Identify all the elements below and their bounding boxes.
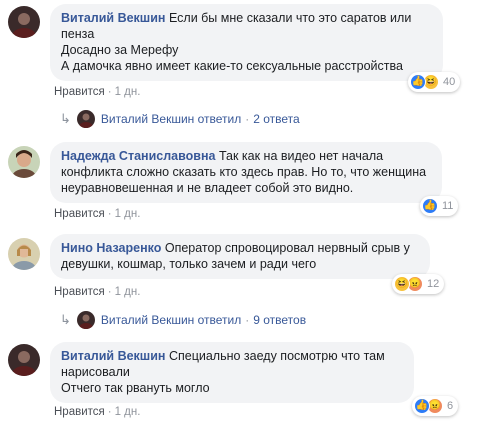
reaction-count: 40: [443, 76, 456, 88]
reply-summary[interactable]: ↳ Виталий Векшин ответил · 2 ответа: [60, 110, 300, 128]
reply-count[interactable]: 9 ответов: [253, 313, 306, 327]
timestamp[interactable]: 1 дн.: [115, 208, 141, 220]
comment-text: Если бы мне сказали что это саратов или: [168, 11, 412, 25]
reactions-summary[interactable]: 👍 😠 6: [412, 396, 459, 416]
reaction-count: 6: [447, 400, 454, 412]
like-link[interactable]: Нравится: [54, 86, 105, 98]
comment-author[interactable]: Нино Назаренко: [61, 241, 161, 255]
timestamp[interactable]: 1 дн.: [115, 286, 141, 298]
reply-author[interactable]: Виталий Векшин: [101, 112, 194, 126]
reaction-count: 12: [427, 278, 440, 290]
comment-bubble: Виталий Векшин Если бы мне сказали что э…: [50, 4, 443, 81]
comment-text: девушки, кошмар, только зачем и ради чег…: [61, 257, 317, 271]
reactions-summary[interactable]: 👍 11: [420, 196, 459, 216]
comment-text: Отчего так рвануть могло: [61, 381, 210, 395]
comment-text: А дамочка явно имеет какие-то сексуальны…: [61, 59, 403, 73]
comment-text: Специально заеду посмотрю что там: [168, 349, 385, 363]
comment-author[interactable]: Виталий Векшин: [61, 349, 165, 363]
reply-avatar: [76, 110, 95, 128]
avatar[interactable]: [8, 238, 40, 270]
comment-actions: Нравится · 1 дн.: [54, 86, 141, 98]
avatar[interactable]: [8, 344, 40, 376]
comment-bubble: Нино Назаренко Оператор спровоцировал не…: [50, 234, 430, 279]
comment-text: Оператор спровоцировал нервный срыв у: [164, 241, 410, 255]
comment-bubble: Виталий Векшин Специально заеду посмотрю…: [50, 342, 414, 403]
reply-verb: ответил: [197, 313, 242, 327]
avatar[interactable]: [8, 6, 40, 38]
comment-actions: Нравится · 1 дн.: [54, 406, 141, 418]
reply-author[interactable]: Виталий Векшин: [101, 313, 194, 327]
reply-avatar: [76, 311, 95, 329]
haha-icon: 😆: [394, 276, 410, 292]
comment-author[interactable]: Надежда Станиславовна: [61, 149, 215, 163]
comment-actions: Нравится · 1 дн.: [54, 286, 141, 298]
timestamp[interactable]: 1 дн.: [115, 406, 141, 418]
reply-verb: ответил: [197, 112, 242, 126]
reactions-summary[interactable]: 👍 😆 40: [408, 72, 461, 92]
reaction-count: 11: [442, 200, 454, 212]
comment-text: нарисовали: [61, 365, 130, 379]
comment-text: конфликта сложно сказать кто здесь прав.…: [61, 165, 427, 179]
like-link[interactable]: Нравится: [54, 208, 105, 220]
comment-author[interactable]: Виталий Векшин: [61, 11, 165, 25]
timestamp[interactable]: 1 дн.: [115, 86, 141, 98]
like-icon: 👍: [414, 398, 430, 414]
like-link[interactable]: Нравится: [54, 406, 105, 418]
reply-count[interactable]: 2 ответа: [253, 112, 299, 126]
like-link[interactable]: Нравится: [54, 286, 105, 298]
like-icon: 👍: [422, 198, 438, 214]
comment-text: неуравновешенная и не владеет собой это …: [61, 181, 354, 195]
avatar[interactable]: [8, 146, 40, 178]
like-icon: 👍: [410, 74, 426, 90]
comment-text: пенза: [61, 27, 95, 41]
comment-text: Так как на видео нет начала: [218, 149, 384, 163]
reply-arrow-icon: ↳: [60, 111, 71, 126]
reactions-summary[interactable]: 😆 😠 12: [392, 274, 445, 294]
reply-summary[interactable]: ↳ Виталий Векшин ответил · 9 ответов: [60, 311, 306, 329]
comment-bubble: Надежда Станиславовна Так как на видео н…: [50, 142, 442, 203]
comment-actions: Нравится · 1 дн.: [54, 208, 141, 220]
comment-text: Досадно за Мерефу: [61, 43, 179, 57]
reply-arrow-icon: ↳: [60, 312, 71, 327]
